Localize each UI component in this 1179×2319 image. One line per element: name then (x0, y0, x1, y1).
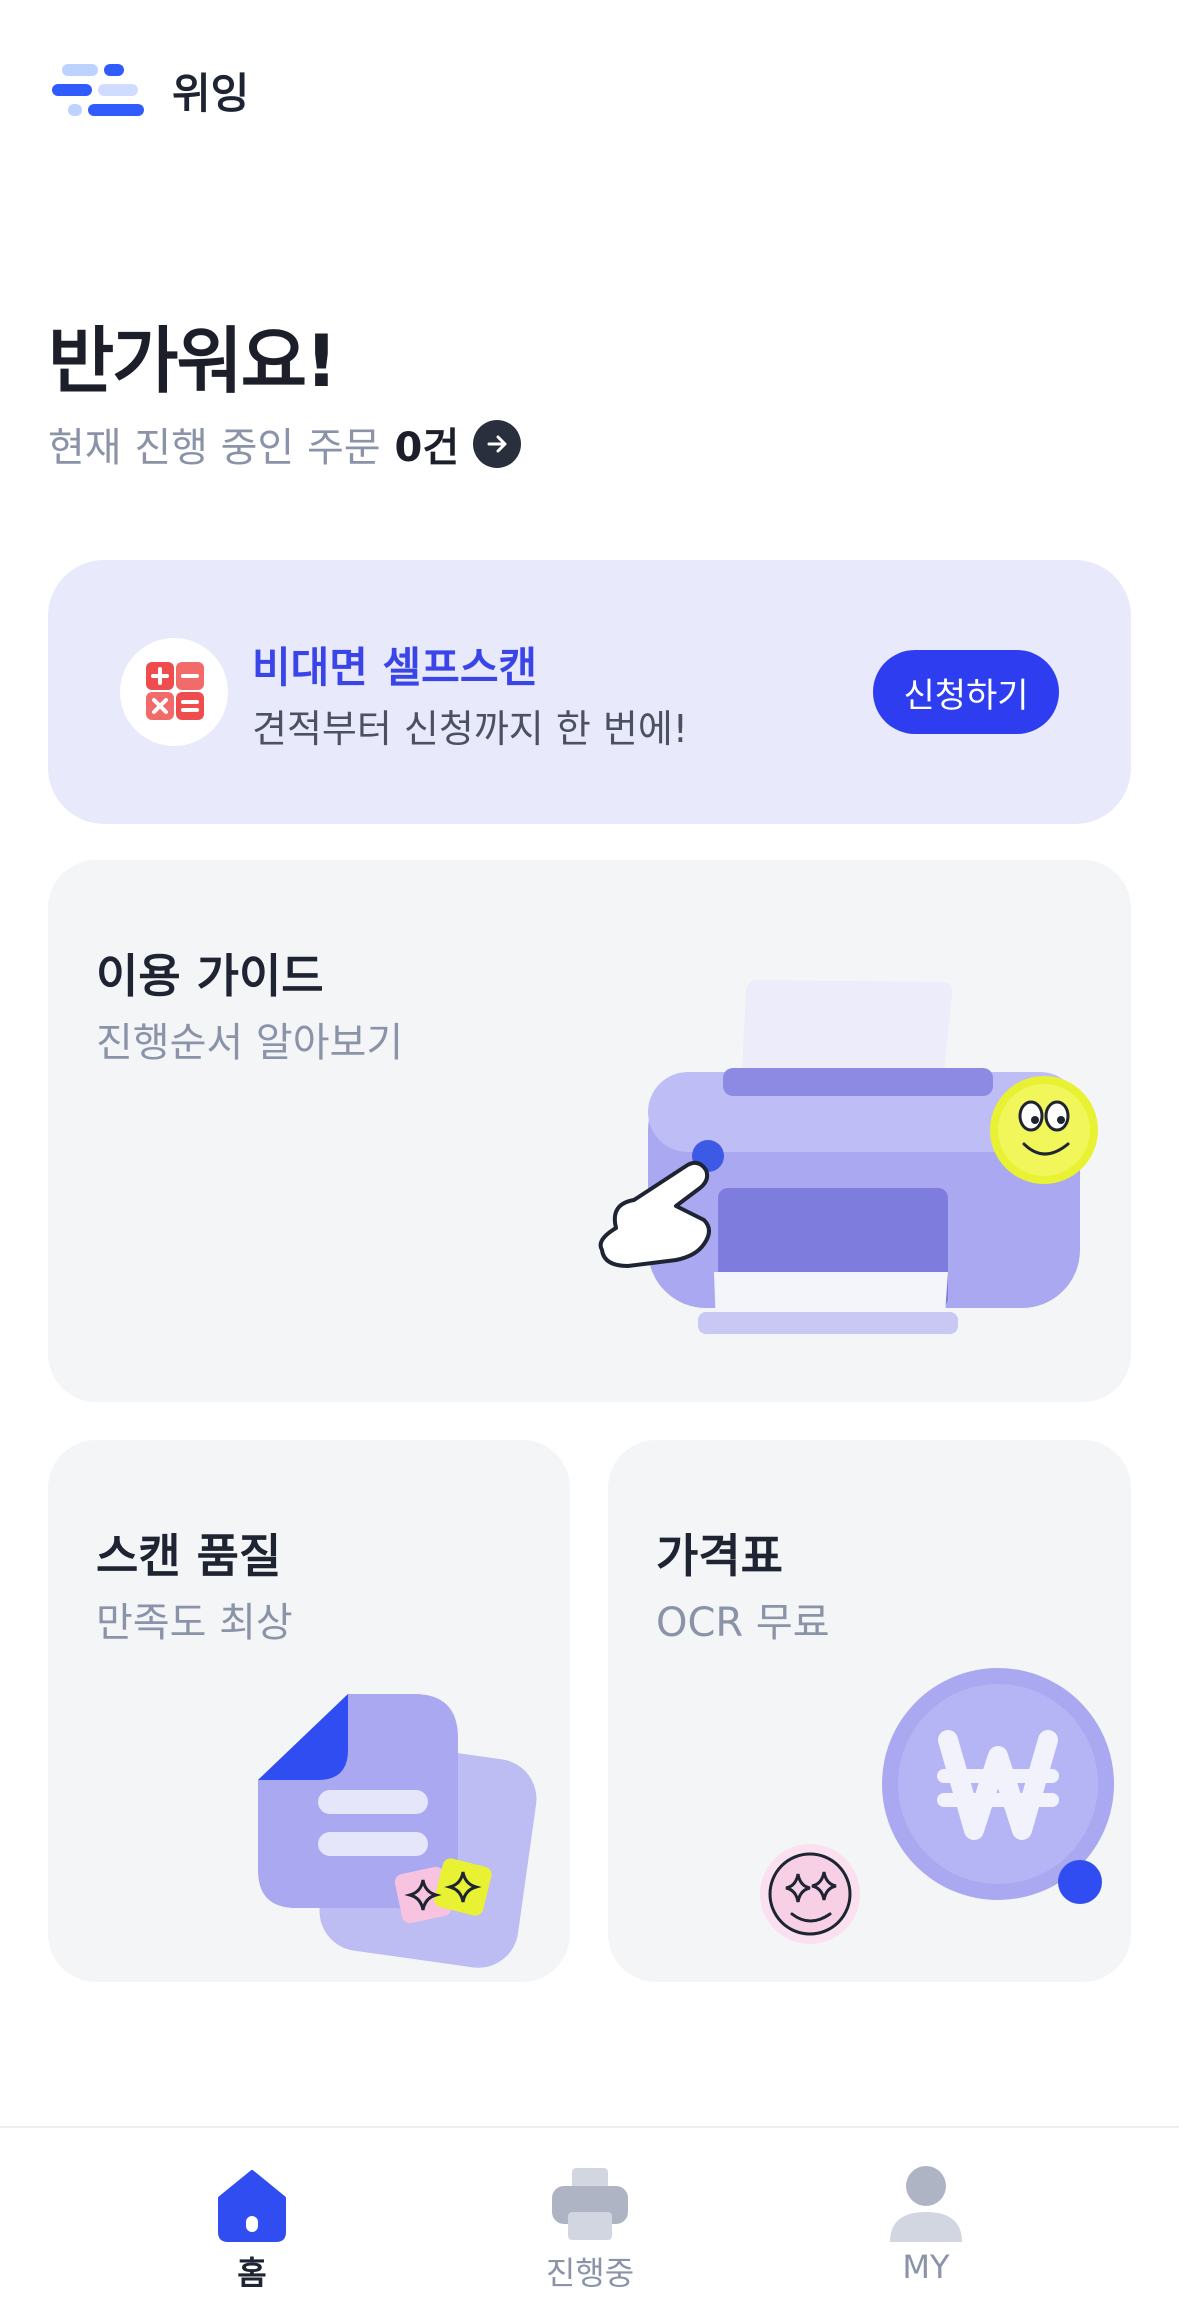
tab-my[interactable]: MY (826, 2128, 1026, 2319)
scan-quality-card[interactable]: 스캔 품질 만족도 최상 (48, 1440, 570, 1982)
tab-home[interactable]: 홈 (152, 2128, 352, 2319)
card-title: 가격표 (656, 1529, 783, 1583)
card-subtitle: 만족도 최상 (96, 1600, 293, 1646)
document-illustration (258, 1694, 537, 1968)
banner-subtitle: 견적부터 신청까지 한 번에! (252, 707, 689, 751)
current-orders-count: 0건 (394, 425, 460, 471)
card-subtitle: OCR 무료 (656, 1600, 830, 1646)
card-subtitle: 진행순서 알아보기 (96, 1020, 404, 1066)
tab-in-progress[interactable]: 진행중 (490, 2128, 690, 2319)
calculator-icon (120, 638, 228, 746)
tab-label: 홈 (237, 2254, 267, 2292)
printer-icon (552, 2168, 628, 2240)
home-icon (218, 2170, 286, 2242)
card-title: 이용 가이드 (96, 949, 324, 1003)
printer-illustration (598, 980, 1098, 1334)
greeting-title: 반가워요! (48, 319, 338, 403)
tab-label: 진행중 (545, 2254, 635, 2292)
price-table-card[interactable]: 가격표 OCR 무료 (608, 1440, 1131, 1982)
banner-title: 비대면 셀프스캔 (252, 643, 538, 692)
app-name: 위잉 (172, 68, 250, 118)
current-orders-link[interactable]: 현재 진행 중인 주문 0건 (48, 414, 522, 474)
app-logo (48, 58, 148, 122)
apply-button[interactable]: 신청하기 (873, 650, 1059, 734)
usage-guide-card[interactable]: 이용 가이드 진행순서 알아보기 (48, 860, 1131, 1402)
won-coin-illustration (760, 1668, 1114, 1944)
card-title: 스캔 품질 (96, 1529, 282, 1583)
user-icon (890, 2166, 962, 2242)
tab-label: MY (902, 2248, 950, 2286)
current-orders-label: 현재 진행 중인 주문 (48, 425, 381, 471)
bottom-tab-bar: 홈 진행중 MY (0, 2126, 1179, 2319)
arrow-right-icon[interactable] (473, 420, 522, 468)
app-header: 위잉 (48, 58, 249, 122)
self-scan-banner[interactable]: 비대면 셀프스캔 견적부터 신청까지 한 번에! 신청하기 (48, 560, 1131, 824)
